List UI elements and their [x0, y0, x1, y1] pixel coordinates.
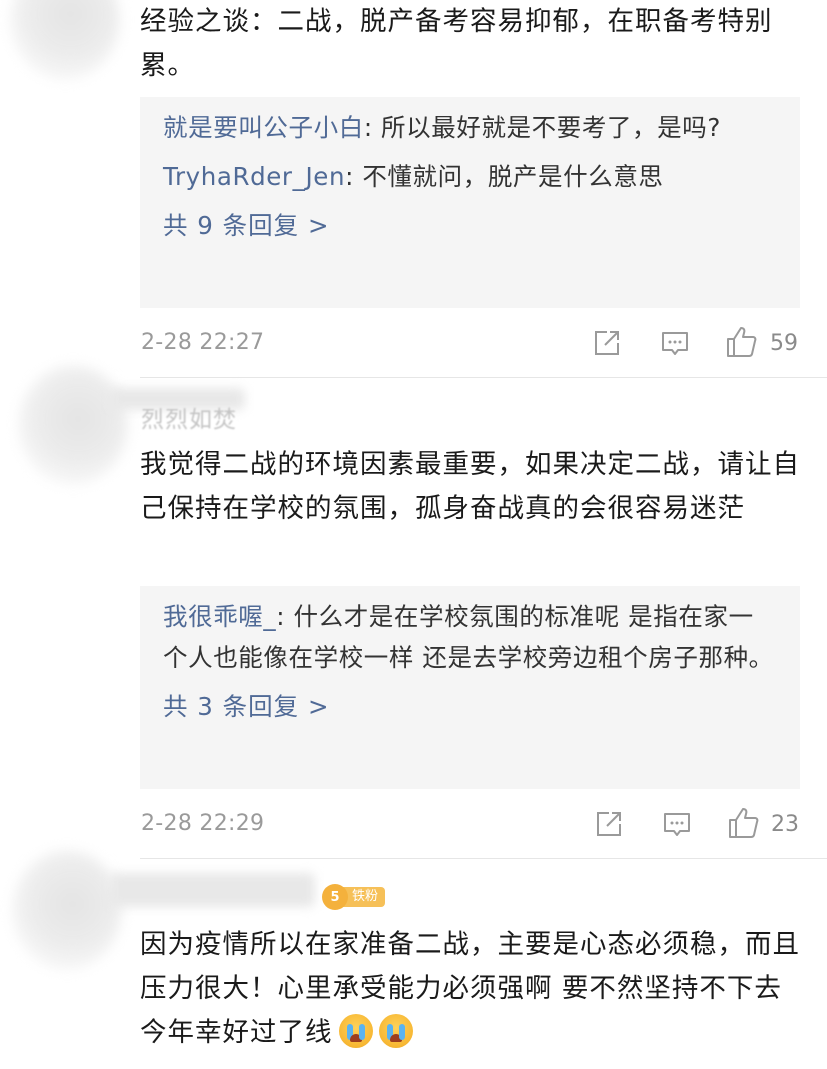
reply-box: 就是要叫公子小白: 所以最好就是不要考了，是吗? TryhaRder_Jen: …: [140, 97, 800, 308]
share-icon: [597, 812, 621, 836]
comment-button[interactable]: [662, 810, 692, 844]
comment-timestamp: 2-28 22:29: [141, 811, 265, 836]
username-redacted: [110, 873, 315, 907]
reply-username[interactable]: 就是要叫公子小白: [163, 113, 364, 142]
divider: [140, 858, 827, 859]
comment-text-body: 因为疫情所以在家准备二战，主要是心态必须稳，而且压力很大！心里承受能力必须强啊 …: [140, 929, 800, 1048]
reply-item[interactable]: 我很乖喔_: 什么才是在学校氛围的标准呢 是指在家一个人也能像在学校一样 还是去…: [163, 596, 778, 678]
badge-label: 铁粉: [342, 887, 386, 907]
crown-icon: 5: [322, 884, 348, 910]
avatar[interactable]: [10, 0, 120, 80]
reply-item[interactable]: TryhaRder_Jen: 不懂就问，脱产是什么意思: [163, 156, 778, 197]
fan-badge: 5 铁粉: [322, 884, 386, 910]
comment-timestamp: 2-28 22:27: [141, 330, 265, 355]
comment-icon: [662, 332, 688, 355]
thumbs-up-icon: [729, 808, 759, 838]
avatar[interactable]: [12, 850, 122, 970]
reply-item[interactable]: 就是要叫公子小白: 所以最好就是不要考了，是吗?: [163, 107, 778, 148]
comment-username[interactable]: 烈烈如焚: [141, 400, 237, 434]
reply-username[interactable]: 我很乖喔_: [163, 602, 276, 631]
like-count: 59: [770, 331, 798, 356]
comment-text: 因为疫情所以在家准备二战，主要是心态必须稳，而且压力很大！心里承受能力必须强啊 …: [140, 923, 800, 1055]
reply-text: : 不懂就问，脱产是什么意思: [345, 162, 664, 191]
share-button[interactable]: [594, 809, 624, 843]
reply-username[interactable]: TryhaRder_Jen: [163, 162, 345, 191]
comment-button[interactable]: [660, 329, 690, 363]
share-button[interactable]: [592, 328, 622, 362]
like-button[interactable]: [727, 806, 761, 844]
comment-text: 经验之谈：二战，脱产备考容易抑郁，在职备考特别累。: [140, 6, 773, 81]
like-count: 23: [771, 812, 799, 837]
thumbs-up-icon: [727, 327, 757, 357]
reply-text: : 所以最好就是不要考了，是吗?: [363, 113, 721, 142]
crying-face-icon: [378, 1013, 413, 1048]
reply-box: 我很乖喔_: 什么才是在学校氛围的标准呢 是指在家一个人也能像在学校一样 还是去…: [140, 586, 800, 789]
crying-face-icon: [338, 1013, 373, 1048]
avatar[interactable]: [18, 365, 128, 485]
view-more-replies-link[interactable]: 共 3 条回复 >: [163, 686, 778, 727]
like-button[interactable]: [725, 325, 759, 363]
divider: [140, 377, 827, 378]
share-icon: [595, 331, 619, 355]
view-more-replies-link[interactable]: 共 9 条回复 >: [163, 205, 778, 246]
comment-text: 我觉得二战的环境因素最重要，如果决定二战，请让自己保持在学校的氛围，孤身奋战真的…: [140, 449, 800, 524]
comment-icon: [664, 813, 690, 836]
